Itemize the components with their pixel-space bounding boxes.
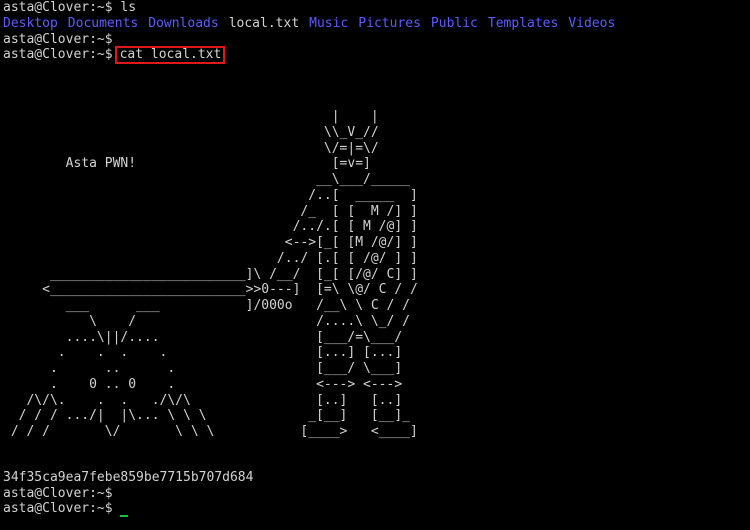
ascii-art-banner: | | \\_V_// \/=|=\/ Asta PWN! [=v=] __\_… (10, 109, 418, 439)
listing-item-music: Music (309, 15, 349, 31)
cursor (120, 515, 129, 517)
highlighted-command: cat local.txt (114, 46, 226, 64)
empty-prompt-line: asta@Clover:~$ (3, 32, 750, 48)
listing-item-templates: Templates (487, 15, 559, 31)
command-line-ls: asta@Clover:~$ ls (3, 0, 750, 16)
command-line-cat: asta@Clover:~$ cat local.txt (3, 46, 750, 64)
command-text: ls (112, 0, 137, 15)
prompt: asta@Clover:~$ (3, 501, 113, 517)
listing-item-downloads: Downloads (148, 15, 219, 31)
prompt: asta@Clover:~$ (3, 0, 113, 15)
prompt: asta@Clover:~$ (3, 47, 113, 63)
listing-item-videos: Videos (568, 15, 616, 31)
listing-item-documents: Documents (67, 15, 139, 31)
empty-prompt-line: asta@Clover:~$ (3, 486, 750, 502)
listing-item-pictures: Pictures (358, 15, 421, 31)
prompt: asta@Clover:~$ (3, 485, 113, 501)
active-prompt-line[interactable]: asta@Clover:~$ (3, 501, 750, 517)
listing-item-local-txt: local.txt (228, 15, 300, 31)
terminal-window[interactable]: asta@Clover:~$ ls Desktop Documents Down… (0, 0, 750, 530)
directory-listing: Desktop Documents Downloads local.txt Mu… (3, 16, 750, 32)
flag-output: 34f35ca9ea7febe859be7715b707d684 (3, 469, 254, 485)
listing-item-public: Public (430, 15, 478, 31)
prompt: asta@Clover:~$ (3, 31, 113, 47)
listing-item-desktop: Desktop (3, 15, 58, 31)
